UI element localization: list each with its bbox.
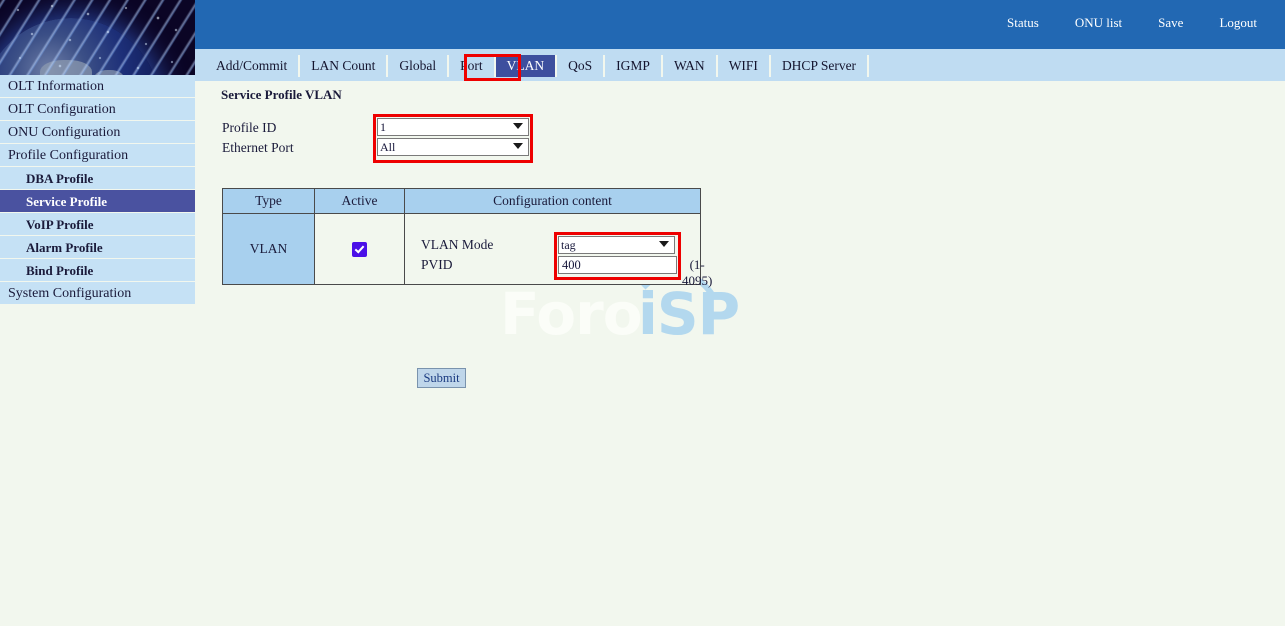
pvid-label: PVID — [421, 257, 453, 272]
tab-qos[interactable]: QoS — [557, 55, 606, 77]
tab-list: Add/Commit LAN Count Global Port VLAN QoS IGMP… — [205, 55, 870, 77]
cell-type: VLAN — [222, 213, 315, 285]
light-dots-graphic — [0, 0, 195, 75]
tab-wan[interactable]: WAN — [662, 55, 718, 77]
tab-port[interactable]: Port — [449, 55, 496, 77]
ethernet-port-label: Ethernet Port — [222, 140, 294, 155]
banner-image — [0, 0, 195, 75]
vlan-mode-select[interactable]: tag — [558, 236, 675, 254]
sidebar-item-profile-configuration[interactable]: Profile Configuration — [0, 144, 195, 167]
cell-config: VLAN Mode tag PVID (1-4095) — [404, 213, 712, 288]
tab-vlan[interactable]: VLAN — [495, 55, 558, 77]
tab-igmp[interactable]: IGMP — [605, 55, 663, 77]
page-title: Service Profile VLAN — [221, 87, 342, 102]
tab-dhcp-server[interactable]: DHCP Server — [770, 55, 870, 77]
sidebar-item-onu-configuration[interactable]: ONU Configuration — [0, 121, 195, 144]
cell-active — [314, 213, 405, 285]
tab-add-commit[interactable]: Add/Commit — [205, 55, 301, 77]
profile-id-label: Profile ID — [222, 120, 277, 135]
vlan-config-table: Type Active Configuration content VLAN V… — [222, 188, 712, 288]
sidebar-item-alarm-profile[interactable]: Alarm Profile — [0, 236, 195, 259]
main-content: Service Profile VLAN Profile ID 1 Ethern… — [195, 81, 1285, 626]
pvid-input[interactable] — [558, 256, 677, 274]
header-link-onu-list[interactable]: ONU list — [1057, 15, 1140, 31]
vlan-mode-label: VLAN Mode — [421, 237, 494, 252]
column-header-config: Configuration content — [404, 188, 701, 214]
column-header-active: Active — [314, 188, 405, 214]
header-link-status[interactable]: Status — [989, 15, 1057, 31]
column-header-type: Type — [222, 188, 315, 214]
tab-global[interactable]: Global — [388, 55, 450, 77]
sidebar-item-bind-profile[interactable]: Bind Profile — [0, 259, 195, 282]
sidebar-menu: OLT Information OLT Configuration ONU Conf… — [0, 75, 195, 305]
table-header-row: Type Active Configuration content — [222, 188, 701, 214]
sidebar-item-olt-information[interactable]: OLT Information — [0, 75, 195, 98]
top-header-bar: Status ONU list Save Logout — [195, 0, 1285, 49]
tab-lan-count[interactable]: LAN Count — [300, 55, 389, 77]
sidebar-item-olt-configuration[interactable]: OLT Configuration — [0, 98, 195, 121]
sidebar-item-dba-profile[interactable]: DBA Profile — [0, 167, 195, 190]
pvid-range-hint: (1-4095) — [682, 257, 713, 288]
active-checkbox[interactable] — [352, 242, 367, 258]
tab-wifi[interactable]: WIFI — [717, 55, 771, 77]
tab-bar: Add/Commit LAN Count Global Port VLAN QoS IGMP… — [195, 49, 1285, 81]
header-link-logout[interactable]: Logout — [1201, 15, 1275, 31]
table-row: VLAN VLAN Mode tag PVID (1-4095) — [222, 213, 712, 288]
sidebar: OLT Information OLT Configuration ONU Conf… — [0, 0, 195, 626]
header-link-save[interactable]: Save — [1140, 15, 1201, 31]
ethernet-port-select[interactable]: All — [377, 138, 529, 156]
sidebar-item-system-configuration[interactable]: System Configuration — [0, 282, 195, 305]
sidebar-item-voip-profile[interactable]: VoIP Profile — [0, 213, 195, 236]
header-links: Status ONU list Save Logout — [989, 15, 1275, 31]
submit-button[interactable]: Submit — [417, 368, 466, 388]
profile-id-select[interactable]: 1 — [377, 118, 529, 136]
sidebar-item-service-profile[interactable]: Service Profile — [0, 190, 195, 213]
